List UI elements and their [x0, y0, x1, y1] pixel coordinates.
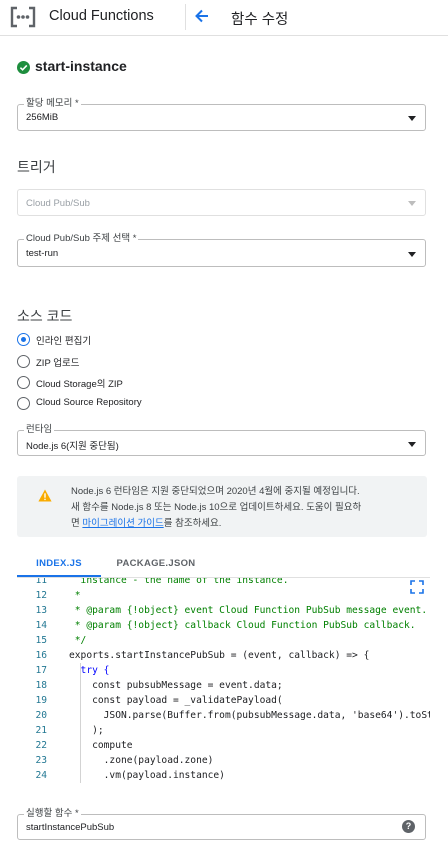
help-icon[interactable]: ? — [402, 820, 415, 833]
indent-guide — [80, 663, 81, 783]
check-circle-icon — [17, 61, 30, 74]
app-title: Cloud Functions — [49, 8, 154, 24]
code-line: 23 .zone(payload.zone) — [35, 755, 214, 766]
code-line: 11 instance - the name of the instance. — [35, 577, 289, 586]
code-line: 18 const pubsubMessage = event.data; — [35, 680, 283, 691]
fullscreen-icon[interactable] — [410, 580, 424, 594]
memory-value: 256MiB — [26, 112, 59, 123]
runtime-value: Node.js 6(지원 중단됨) — [26, 441, 119, 452]
warning-text: Node.js 6 런타임은 지원 중단되었으며 2020년 4월에 중지될 예… — [71, 484, 416, 532]
tab-package-json[interactable]: PACKAGE.JSON — [107, 548, 205, 578]
runtime-select[interactable]: 런타임 Node.js 6(지원 중단됨) — [17, 424, 426, 456]
warning-line-1: Node.js 6 런타임은 지원 중단되었으며 2020년 4월에 중지될 예… — [71, 486, 360, 497]
trigger-type-value: Cloud Pub/Sub — [26, 198, 90, 209]
pubsub-topic-label: Cloud Pub/Sub 주제 선택 * — [24, 233, 139, 245]
entry-point-label: 실행할 함수 * — [24, 808, 81, 820]
code-line: 20 JSON.parse(Buffer.from(pubsubMessage.… — [35, 710, 430, 721]
source-section-title: 소스 코드 — [17, 308, 73, 324]
warning-line-3-suffix: 를 참조하세요. — [163, 518, 222, 529]
code-line: 16 exports.startInstancePubSub = (event, … — [35, 650, 370, 661]
entry-point-field[interactable]: 실행할 함수 * startInstancePubSub ? — [17, 808, 426, 840]
tab-index-js[interactable]: INDEX.JS — [17, 548, 101, 578]
runtime-label: 런타임 — [24, 424, 55, 436]
dropdown-arrow-icon — [408, 252, 416, 257]
source-option-label: 인라인 편집기 — [36, 336, 92, 347]
deprecation-warning: Node.js 6 런타임은 지원 중단되었으며 2020년 4월에 중지될 예… — [17, 476, 427, 537]
radio-button[interactable] — [17, 355, 30, 368]
entry-point-value: startInstancePubSub — [26, 822, 115, 833]
dropdown-arrow-icon — [408, 442, 416, 447]
warning-line-3-prefix: 면 — [71, 518, 83, 529]
source-option-label: ZIP 업로드 — [36, 358, 80, 369]
dropdown-arrow-icon — [408, 116, 416, 121]
cloud-functions-logo-icon — [10, 6, 36, 28]
page-title: 함수 수정 — [231, 12, 289, 28]
top-header: Cloud Functions 함수 수정 — [0, 0, 448, 36]
warning-icon — [38, 489, 52, 502]
code-line: 17 try { — [35, 665, 110, 676]
pubsub-topic-value: test-run — [26, 248, 59, 259]
code-line: 13 * @param {!object} event Cloud Functi… — [35, 605, 428, 616]
function-name: start-instance — [35, 58, 127, 74]
radio-button[interactable] — [17, 397, 30, 410]
source-option-label: Cloud Source Repository — [36, 397, 142, 408]
radio-button[interactable] — [17, 376, 30, 389]
code-line: 22 compute — [35, 740, 133, 751]
radio-button-checked[interactable] — [17, 333, 30, 346]
migration-guide-link[interactable]: 마이그레이션 가이드 — [82, 518, 163, 529]
code-line: 14 * @param {!object} callback Cloud Fun… — [35, 620, 416, 631]
code-line: 21 ); — [35, 725, 104, 736]
pubsub-topic-select[interactable]: Cloud Pub/Sub 주제 선택 * test-run — [17, 233, 426, 267]
memory-label: 할당 메모리 * — [24, 98, 81, 110]
warning-line-2: 새 함수를 Node.js 8 또는 Node.js 10으로 업데이트하세요.… — [71, 502, 362, 513]
trigger-section-title: 트리거 — [17, 159, 56, 175]
memory-select[interactable]: 할당 메모리 * 256MiB — [17, 98, 426, 131]
code-line: 12 * — [35, 590, 81, 601]
header-divider — [185, 4, 186, 30]
code-line: 19 const payload = _validatePayload( — [35, 695, 283, 706]
code-line: 24 .vm(payload.instance) — [35, 770, 225, 781]
dropdown-arrow-icon — [408, 201, 416, 206]
trigger-type-select: Cloud Pub/Sub — [17, 189, 426, 216]
back-arrow-icon[interactable] — [193, 6, 211, 26]
warning-line-3: 면 마이그레이션 가이드를 참조하세요. — [71, 516, 416, 532]
code-editor[interactable]: 11 instance - the name of the instance. … — [17, 577, 430, 783]
code-line: 15 */ — [35, 635, 87, 646]
source-option-label: Cloud Storage의 ZIP — [36, 379, 123, 390]
